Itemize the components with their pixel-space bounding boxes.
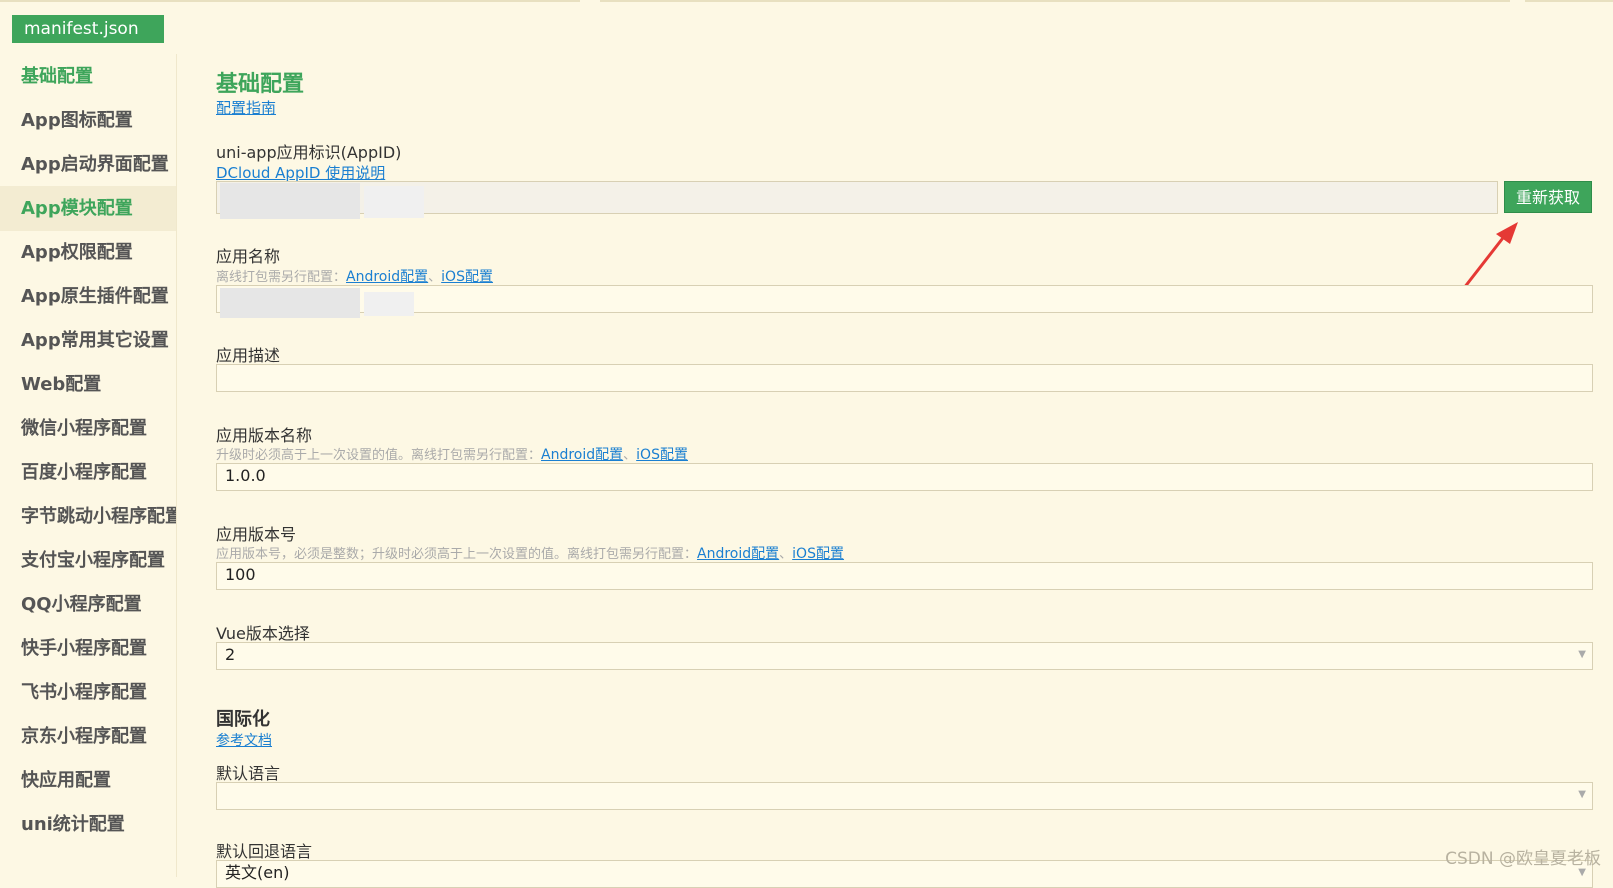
- sidebar-item-app-native-plugins[interactable]: App原生插件配置: [0, 274, 176, 319]
- main-panel: 基础配置 配置指南 uni-app应用标识(AppID) DCloud AppI…: [216, 0, 1596, 888]
- version-code-ios-link[interactable]: iOS配置: [792, 546, 844, 562]
- redaction-blur: [364, 186, 424, 218]
- sidebar-item-alipay[interactable]: 支付宝小程序配置: [0, 538, 176, 583]
- app-name-hint: 离线打包需另行配置：Android配置、iOS配置: [216, 269, 493, 285]
- sidebar: 基础配置 App图标配置 App启动界面配置 App模块配置 App权限配置 A…: [0, 54, 177, 877]
- page-title: 基础配置: [216, 72, 305, 97]
- version-name-ios-link[interactable]: iOS配置: [636, 447, 688, 463]
- file-tab-manifest[interactable]: manifest.json: [12, 15, 164, 43]
- chevron-down-icon: ▼: [1578, 649, 1586, 660]
- refetch-appid-button[interactable]: 重新获取: [1504, 181, 1592, 213]
- redaction-blur: [220, 183, 360, 219]
- sidebar-item-toutiao[interactable]: 字节跳动小程序配置: [0, 494, 176, 539]
- app-desc-label: 应用描述: [216, 346, 281, 365]
- sidebar-item-jd[interactable]: 京东小程序配置: [0, 714, 176, 759]
- sidebar-item-app-icon[interactable]: App图标配置: [0, 98, 176, 143]
- sidebar-item-web[interactable]: Web配置: [0, 362, 176, 407]
- version-name-android-link[interactable]: Android配置: [541, 447, 623, 463]
- version-code-android-link[interactable]: Android配置: [697, 546, 779, 562]
- sidebar-item-kuaishou[interactable]: 快手小程序配置: [0, 626, 176, 671]
- sidebar-item-app-modules[interactable]: App模块配置: [0, 186, 176, 231]
- sidebar-item-qq[interactable]: QQ小程序配置: [0, 582, 176, 627]
- version-code-input[interactable]: 100: [216, 562, 1593, 590]
- version-name-label: 应用版本名称: [216, 426, 313, 445]
- app-desc-input[interactable]: [216, 364, 1593, 392]
- watermark: CSDN @欧皇夏老板: [1445, 849, 1601, 869]
- sidebar-item-basic[interactable]: 基础配置: [0, 54, 176, 99]
- app-name-android-link[interactable]: Android配置: [346, 269, 428, 285]
- sidebar-item-baidu[interactable]: 百度小程序配置: [0, 450, 176, 495]
- config-guide-link[interactable]: 配置指南: [216, 97, 276, 118]
- version-code-hint: 应用版本号，必须是整数；升级时必须高于上一次设置的值。离线打包需另行配置：And…: [216, 546, 844, 562]
- sidebar-item-app-other[interactable]: App常用其它设置: [0, 318, 176, 363]
- app-name-input[interactable]: [216, 285, 1593, 313]
- sidebar-item-quickapp[interactable]: 快应用配置: [0, 758, 176, 803]
- redaction-blur: [220, 288, 360, 318]
- chevron-down-icon: ▼: [1578, 789, 1586, 800]
- fallback-lang-label: 默认回退语言: [216, 842, 313, 861]
- sidebar-item-feishu[interactable]: 飞书小程序配置: [0, 670, 176, 715]
- fallback-lang-select[interactable]: 英文(en) ▼: [216, 860, 1593, 888]
- default-lang-label: 默认语言: [216, 764, 281, 783]
- version-name-input[interactable]: 1.0.0: [216, 463, 1593, 491]
- sidebar-item-uni-stat[interactable]: uni统计配置: [0, 802, 176, 847]
- app-name-ios-link[interactable]: iOS配置: [441, 269, 493, 285]
- i18n-title: 国际化: [216, 709, 270, 730]
- i18n-doc-link[interactable]: 参考文档: [216, 730, 272, 750]
- sidebar-item-app-permissions[interactable]: App权限配置: [0, 230, 176, 275]
- version-code-label: 应用版本号: [216, 525, 297, 544]
- vue-version-label: Vue版本选择: [216, 624, 310, 643]
- dcloud-appid-link[interactable]: DCloud AppID 使用说明: [216, 162, 385, 183]
- app-name-label: 应用名称: [216, 247, 281, 266]
- redaction-blur: [364, 292, 414, 316]
- vue-version-select[interactable]: 2 ▼: [216, 642, 1593, 670]
- version-name-hint: 升级时必须高于上一次设置的值。离线打包需另行配置：Android配置、iOS配置: [216, 447, 688, 463]
- sidebar-item-weixin[interactable]: 微信小程序配置: [0, 406, 176, 451]
- appid-label: uni-app应用标识(AppID): [216, 143, 402, 162]
- default-lang-select[interactable]: ▼: [216, 782, 1593, 810]
- sidebar-item-app-splash[interactable]: App启动界面配置: [0, 142, 176, 187]
